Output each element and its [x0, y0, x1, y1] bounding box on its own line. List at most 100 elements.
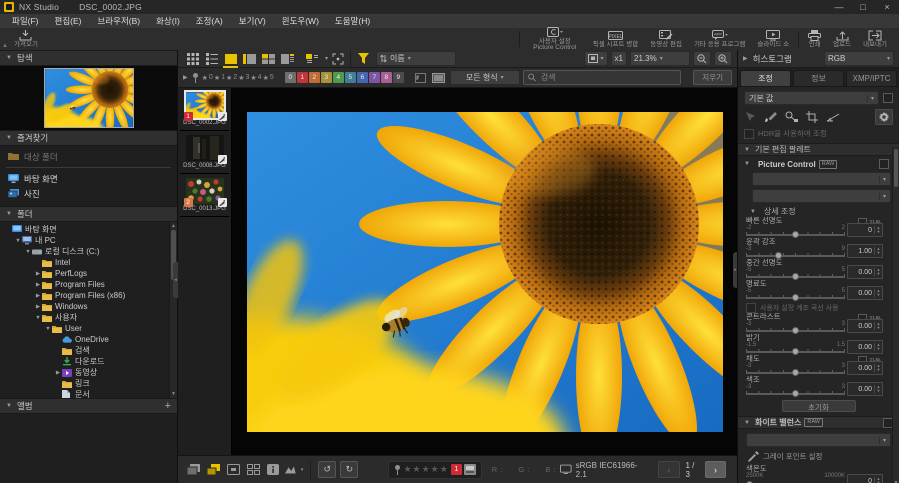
tree-item-내 PC[interactable]: ▼내 PC	[0, 235, 177, 246]
slider-handle[interactable]	[792, 294, 799, 301]
tree-item-PerfLogs[interactable]: ▶PerfLogs	[0, 268, 177, 279]
rating-filter-1[interactable]: ★1	[214, 74, 225, 82]
filmstrip-expand-icon[interactable]: ▶	[183, 74, 188, 81]
color-control-point-icon[interactable]	[785, 111, 799, 123]
label-filter-5[interactable]: 5	[345, 72, 356, 83]
favorite-item-2[interactable]: 사진	[0, 186, 177, 201]
pointer-tool-icon[interactable]	[744, 111, 757, 123]
protect-icon[interactable]	[394, 465, 401, 475]
multi-view-icon[interactable]	[259, 51, 278, 67]
reset-button[interactable]: 초기화	[782, 400, 856, 412]
label-picker-icon[interactable]	[464, 464, 476, 475]
preset-checkbox[interactable]	[883, 93, 893, 103]
panel-scrollbar[interactable]: ▼	[892, 147, 899, 483]
slider-value[interactable]: 0.00▲▼	[847, 382, 883, 396]
menu-item-1[interactable]: 편집(E)	[47, 14, 90, 28]
slider-value[interactable]: 0.00▲▼	[847, 340, 883, 354]
tree-item-Program Files[interactable]: ▶Program Files	[0, 279, 177, 290]
label-filter-8[interactable]: 8	[381, 72, 392, 83]
tree-expand-icon[interactable]: ▼	[44, 326, 52, 332]
color-label-badge[interactable]: 1	[451, 464, 462, 475]
slider-value[interactable]: 1.00▲▼	[847, 244, 883, 258]
import-button[interactable]: 가져오기	[8, 28, 44, 50]
tree-item-로컬 디스크 (C:)[interactable]: ▼로컬 디스크 (C:)	[0, 246, 177, 257]
white-balance-select[interactable]: ▾	[746, 433, 891, 447]
tree-item-Program Files (x86)[interactable]: ▶Program Files (x86)	[0, 290, 177, 301]
straighten-tool-icon[interactable]	[826, 111, 840, 123]
slider-handle[interactable]	[792, 390, 799, 397]
filter-icon[interactable]	[354, 51, 373, 67]
tab-정보[interactable]: 정보	[793, 70, 844, 86]
tree-item-바탕 화면[interactable]: 바탕 화면	[0, 224, 177, 235]
toolbar-action-7[interactable]: 내보내기	[857, 28, 893, 50]
label-filter-6[interactable]: 6	[357, 72, 368, 83]
rating-filter-4[interactable]: ★4	[250, 74, 261, 82]
zoom-out-button[interactable]	[693, 51, 711, 66]
tree-scrollbar[interactable]: ▲ ▼	[169, 222, 177, 398]
tree-item-Windows[interactable]: ▶Windows	[0, 301, 177, 312]
image-viewer[interactable]	[232, 88, 737, 455]
picture-control-select-1[interactable]: ▾	[752, 172, 891, 186]
histogram-overlay-icon[interactable]: ▾	[285, 462, 303, 478]
filmstrip-thumbnail-1[interactable]: DSC_0008.JPG	[178, 131, 231, 169]
toolbar-action-0[interactable]: 사용자 설정 Picture Control	[523, 28, 587, 50]
redo-button[interactable]: ↻	[340, 461, 358, 478]
tree-expand-icon[interactable]: ▼	[24, 249, 32, 255]
compare-icon[interactable]	[205, 462, 221, 478]
slider-value[interactable]: 0▲▼	[847, 223, 883, 237]
undo-button[interactable]: ↺	[318, 461, 336, 478]
next-image-button[interactable]: ›	[705, 461, 726, 478]
tree-item-사용자[interactable]: ▼사용자	[0, 312, 177, 323]
tree-expand-icon[interactable]: ▶	[34, 282, 42, 288]
histogram-collapse-icon[interactable]: ▶	[743, 55, 748, 62]
menu-item-3[interactable]: 화상(I)	[148, 14, 188, 28]
slider-value[interactable]: 0.00▲▼	[847, 361, 883, 375]
tree-item-다운로드[interactable]: 다운로드	[0, 356, 177, 367]
toolbar-action-4[interactable]: 슬라이드 쇼	[751, 28, 795, 50]
zoom-level-select[interactable]: 21.3% ▾	[630, 51, 690, 66]
folders-section-header[interactable]: ▼ 폴더	[0, 206, 177, 222]
slider-value[interactable]: 0.00▲▼	[847, 319, 883, 333]
crop-tool-icon[interactable]	[806, 111, 819, 123]
picture-control-select-2[interactable]: ▾	[752, 189, 891, 203]
single-frame-icon[interactable]	[225, 462, 241, 478]
tree-expand-icon[interactable]: ▼	[14, 238, 22, 244]
raw-filter-icon[interactable]	[414, 70, 428, 86]
image-info-view-icon[interactable]	[278, 51, 297, 67]
star-rating[interactable]: ★★★★★	[403, 464, 448, 475]
info-overlay-icon[interactable]	[265, 462, 281, 478]
search-input[interactable]	[539, 72, 676, 83]
preset-select[interactable]: 기본 값▾	[744, 91, 879, 105]
label-filter-9[interactable]: 9	[393, 72, 404, 83]
eyedropper-icon[interactable]	[748, 451, 759, 462]
label-filter-3[interactable]: 3	[321, 72, 332, 83]
label-filter-2[interactable]: 2	[309, 72, 320, 83]
previous-image-button[interactable]: ‹	[658, 461, 679, 478]
color-temp-value[interactable]: 0▲▼	[847, 474, 883, 483]
toolbar-action-2[interactable]: 동영상 편집	[644, 28, 688, 50]
slider-handle[interactable]	[792, 231, 799, 238]
image-view-icon[interactable]	[221, 51, 240, 67]
rating-filter-2[interactable]: ★2	[226, 74, 237, 82]
menu-item-0[interactable]: 파일(F)	[4, 14, 47, 28]
tab-XMP/IPTC[interactable]: XMP/IPTC	[846, 70, 897, 86]
tree-item-링크[interactable]: 링크	[0, 378, 177, 389]
rating-filter-3[interactable]: ★3	[238, 74, 249, 82]
tree-expand-icon[interactable]: ▼	[34, 315, 42, 321]
slider-value[interactable]: 0.00▲▼	[847, 286, 883, 300]
navigation-palette-icon[interactable]	[303, 51, 322, 67]
stack-icon[interactable]	[185, 462, 201, 478]
close-button[interactable]: ×	[875, 0, 899, 14]
tab-조정[interactable]: 조정	[740, 70, 791, 86]
favorite-item-0[interactable]: 대상 폴더	[0, 149, 177, 164]
hdr-checkbox[interactable]	[744, 129, 754, 139]
maximize-button[interactable]: □	[851, 0, 875, 14]
menu-item-2[interactable]: 브라우저(B)	[89, 14, 148, 28]
clear-filter-button[interactable]: 지우기	[693, 70, 732, 85]
slider-handle[interactable]	[792, 273, 799, 280]
actual-size-button[interactable]: x1	[611, 51, 627, 66]
tree-item-OneDrive[interactable]: OneDrive	[0, 334, 177, 345]
histogram-channel-select[interactable]: RGB▾	[824, 51, 894, 66]
list-view-icon[interactable]	[202, 51, 221, 67]
tree-expand-icon[interactable]: ▶	[34, 293, 42, 299]
